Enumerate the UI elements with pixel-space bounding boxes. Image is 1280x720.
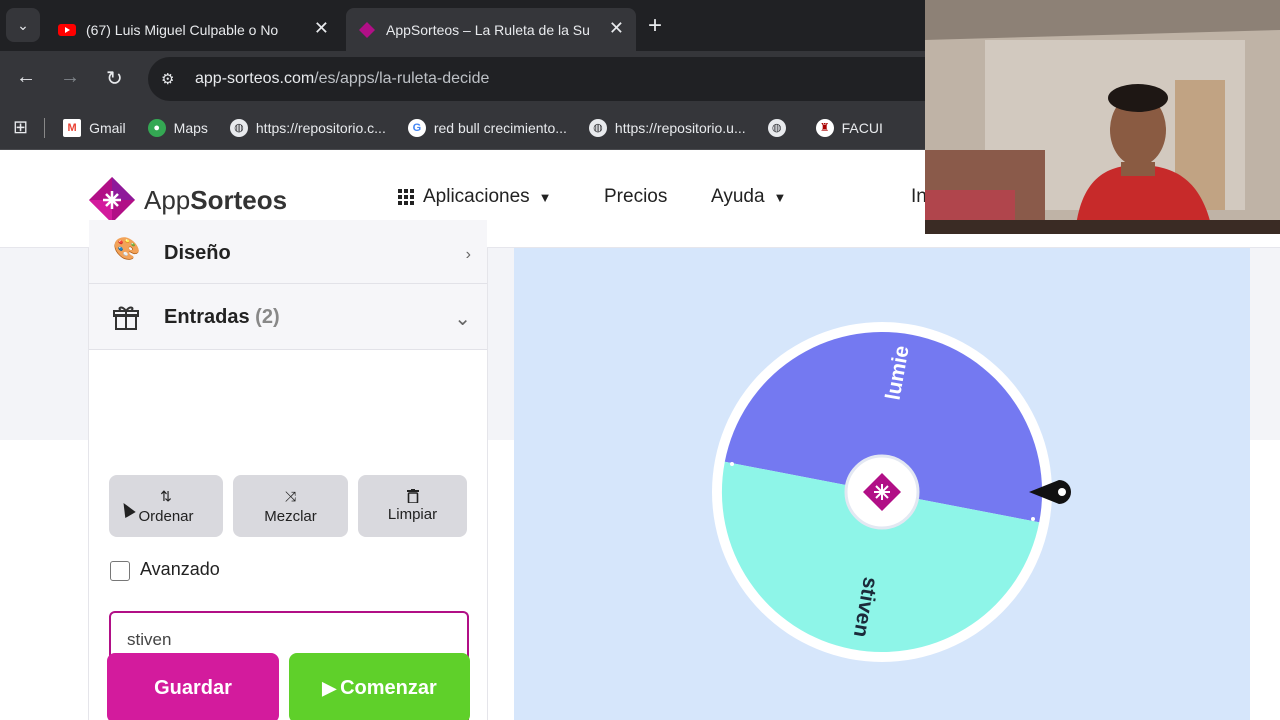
settings-panel: 🎨 Diseño › Entradas (2) ⌄ ⇅ Ordenar ⤨ Me…	[88, 220, 488, 720]
webcam-image	[925, 0, 1280, 234]
tab-youtube[interactable]: (67) Luis Miguel Culpable o No ✕	[46, 8, 341, 51]
apps-grid-icon	[398, 189, 414, 205]
divider	[44, 117, 46, 138]
webcam-overlay	[925, 0, 1280, 234]
section-entradas[interactable]: Entradas (2) ⌄	[89, 284, 487, 350]
bookmark-repositorio-c[interactable]: ◍ https://repositorio.c...	[229, 118, 386, 137]
shuffle-button[interactable]: ⤨ Mezclar	[233, 475, 348, 537]
bookmark-repositorio-u[interactable]: ◍ https://repositorio.u...	[588, 118, 746, 137]
reload-icon[interactable]: ↻	[106, 66, 123, 91]
url-text: app-sorteos.com/es/apps/la-ruleta-decide	[195, 70, 490, 87]
entry-line: stiven	[127, 630, 172, 649]
chevron-down-icon: ⌄	[17, 16, 29, 33]
tab-search-button[interactable]: ⌄	[6, 8, 40, 42]
apps-grid-icon[interactable]: ⊞	[13, 117, 28, 138]
start-button[interactable]: ▶ Comenzar	[289, 653, 470, 720]
nav-ayuda[interactable]: Ayuda ▼	[711, 186, 786, 208]
entries-count: (2)	[255, 306, 280, 328]
page-content: AppSorteos Aplicaciones ▼ Precios Ayuda …	[0, 150, 1280, 720]
play-icon: ▶	[322, 677, 337, 698]
appsorteos-favicon	[359, 21, 375, 38]
youtube-icon	[58, 23, 76, 36]
globe-icon: ◍	[229, 118, 248, 137]
save-button[interactable]: Guardar	[107, 653, 279, 720]
chevron-down-icon: ⌄	[454, 308, 471, 330]
logo-text: AppSorteos	[144, 184, 288, 215]
gmail-icon: M	[63, 118, 82, 137]
globe-icon: ◍	[767, 118, 786, 137]
clear-button[interactable]: Limpiar	[358, 475, 467, 537]
appsorteos-logo-icon	[89, 177, 135, 223]
chevron-right-icon: ›	[465, 246, 471, 263]
chevron-down-icon: ▼	[538, 189, 552, 205]
site-info-icon[interactable]: ⚙	[161, 70, 183, 88]
close-tab-icon[interactable]: ✕	[314, 18, 329, 39]
advanced-checkbox[interactable]	[110, 561, 130, 581]
wheel-svg: lumie stiven	[712, 322, 1071, 662]
bookmark-maps[interactable]: ● Maps	[147, 118, 208, 137]
close-tab-icon[interactable]: ✕	[609, 18, 624, 39]
tab-appsorteos[interactable]: AppSorteos – La Ruleta de la Su ✕	[346, 8, 636, 51]
section-diseno[interactable]: 🎨 Diseño ›	[89, 220, 487, 284]
chevron-down-icon: ▼	[773, 189, 787, 205]
back-icon[interactable]: ←	[16, 66, 36, 89]
google-icon: G	[407, 118, 426, 137]
new-tab-button[interactable]: +	[648, 12, 662, 40]
bookmark-globe[interactable]: ◍	[767, 118, 794, 137]
gift-icon	[113, 306, 139, 330]
university-icon: ♜	[815, 118, 834, 137]
nav-precios[interactable]: Precios	[604, 186, 667, 208]
wheel-stage: lumie stiven	[514, 248, 1250, 720]
address-bar[interactable]: ⚙ app-sorteos.com/es/apps/la-ruleta-deci…	[148, 57, 948, 101]
shuffle-icon: ⤨	[284, 487, 297, 504]
bookmark-gmail[interactable]: M Gmail	[63, 118, 126, 137]
wheel-peg	[730, 462, 734, 466]
forward-icon[interactable]: →	[60, 66, 80, 89]
bookmark-red-bull[interactable]: Gred bull crecimiento...	[407, 118, 567, 137]
maps-icon: ●	[147, 118, 166, 137]
tab-title: (67) Luis Miguel Culpable o No	[86, 21, 279, 38]
appsorteos-logo[interactable]: AppSorteos	[88, 176, 287, 224]
nav-aplicaciones[interactable]: Aplicaciones ▼	[398, 186, 552, 208]
palette-icon: 🎨	[113, 236, 141, 261]
tab-title: AppSorteos – La Ruleta de la Su	[386, 21, 590, 38]
wheel-peg	[1031, 517, 1035, 521]
bookmark-facu[interactable]: ♜ FACUI	[815, 118, 883, 137]
trash-icon	[406, 489, 419, 503]
advanced-label: Avanzado	[140, 559, 220, 579]
globe-icon: ◍	[588, 118, 607, 137]
sort-icon: ⇅	[160, 487, 172, 504]
